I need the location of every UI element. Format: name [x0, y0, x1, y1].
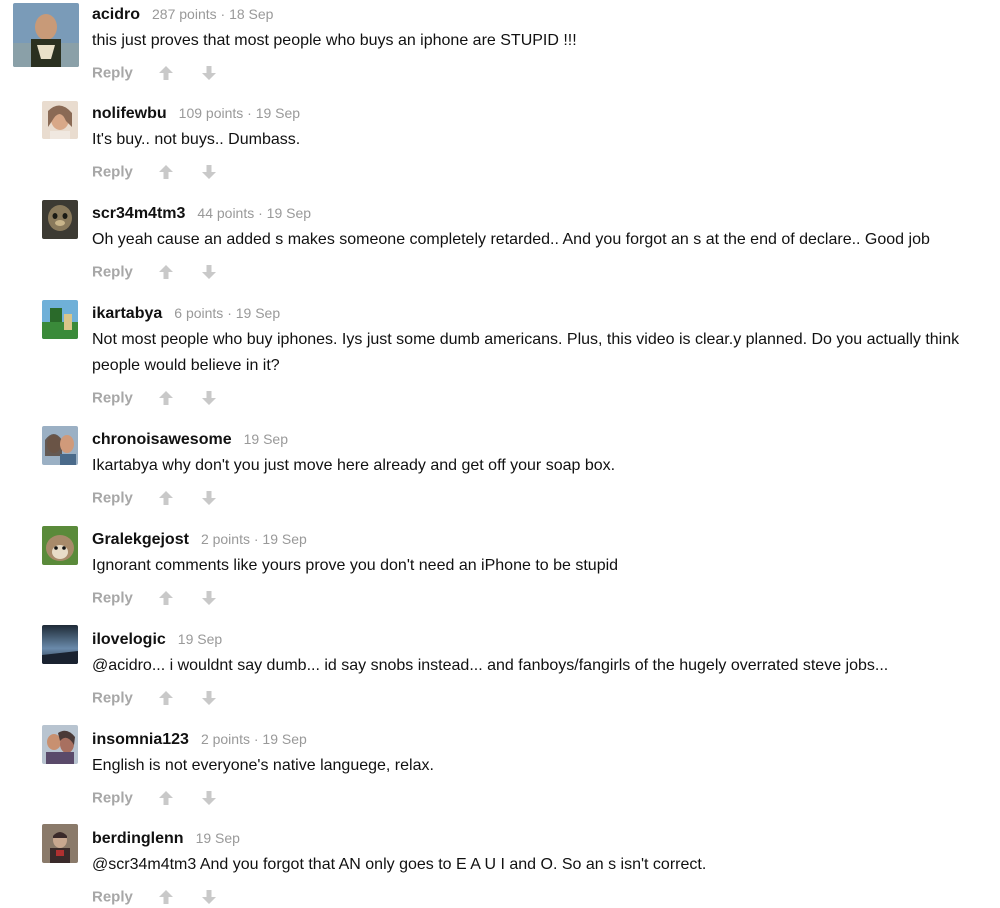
reply-button[interactable]: Reply — [92, 490, 133, 507]
downvote-icon[interactable] — [200, 589, 218, 607]
downvote-icon[interactable] — [200, 888, 218, 906]
avatar[interactable] — [42, 300, 78, 339]
comment-meta: berdinglenn 19 Sep — [92, 830, 240, 848]
comment-text: English is not everyone's native langueg… — [92, 757, 434, 774]
downvote-icon[interactable] — [200, 789, 218, 807]
comment-info: 6 points · 19 Sep — [174, 305, 281, 321]
comment-info: 2 points · 19 Sep — [200, 531, 307, 547]
comment-actions: Reply — [92, 888, 218, 908]
upvote-icon[interactable] — [157, 489, 175, 507]
upvote-icon[interactable] — [157, 389, 175, 407]
comment-actions: Reply — [92, 789, 218, 809]
comment-meta: ilovelogic 19 Sep — [92, 631, 222, 649]
comment-text: this just proves that most people who bu… — [92, 32, 577, 49]
comment-info: 19 Sep — [243, 431, 288, 447]
downvote-icon[interactable] — [200, 64, 218, 82]
comment-text: @acidro... i wouldnt say dumb... id say … — [92, 657, 889, 674]
downvote-icon[interactable] — [200, 689, 218, 707]
comment-author[interactable]: acidro — [92, 6, 140, 23]
upvote-icon[interactable] — [157, 888, 175, 906]
comment-author[interactable]: ikartabya — [92, 305, 162, 322]
downvote-icon[interactable] — [200, 263, 218, 281]
comment-meta: scr34m4tm3 44 points · 19 Sep — [92, 205, 311, 223]
avatar[interactable] — [42, 824, 78, 863]
comment-text: Ignorant comments like yours prove you d… — [92, 557, 619, 574]
comment-text: Oh yeah cause an added s makes someone c… — [92, 231, 930, 248]
reply-button[interactable]: Reply — [92, 390, 133, 407]
comment-actions: Reply — [92, 589, 218, 609]
reply-button[interactable]: Reply — [92, 164, 133, 181]
avatar[interactable] — [42, 426, 78, 465]
upvote-icon[interactable] — [157, 263, 175, 281]
comment-info: 19 Sep — [177, 631, 223, 647]
comment-info: 287 points · 18 Sep — [152, 6, 274, 22]
avatar[interactable] — [42, 625, 78, 664]
downvote-icon[interactable] — [200, 389, 218, 407]
comment-text: Ikartabya why don't you just move here a… — [92, 457, 616, 474]
comment-info: 2 points · 19 Sep — [200, 731, 307, 747]
reply-button[interactable]: Reply — [92, 65, 133, 82]
comment-actions: Reply — [92, 163, 218, 183]
avatar[interactable] — [42, 101, 78, 139]
avatar[interactable] — [13, 3, 79, 67]
comment-actions: Reply — [92, 263, 218, 283]
comment-info: 109 points · 19 Sep — [178, 105, 301, 121]
comment-info: 44 points · 19 Sep — [197, 205, 312, 221]
comment-author[interactable]: scr34m4tm3 — [92, 205, 185, 222]
avatar[interactable] — [42, 200, 78, 239]
comment-meta: insomnia123 2 points · 19 Sep — [92, 731, 307, 749]
reply-button[interactable]: Reply — [92, 690, 133, 707]
comment-meta: Gralekgejost 2 points · 19 Sep — [92, 531, 307, 549]
reply-button[interactable]: Reply — [92, 790, 133, 807]
upvote-icon[interactable] — [157, 163, 175, 181]
upvote-icon[interactable] — [157, 589, 175, 607]
reply-button[interactable]: Reply — [92, 590, 133, 607]
comment-meta: nolifewbu 109 points · 19 Sep — [92, 105, 300, 123]
upvote-icon[interactable] — [157, 64, 175, 82]
comment-text: Not most people who buy iphones. Iys jus… — [92, 331, 960, 374]
comment-author[interactable]: Gralekgejost — [92, 531, 189, 548]
comment-meta: ikartabya 6 points · 19 Sep — [92, 305, 280, 323]
comment-text: @scr34m4tm3 And you forgot that AN only … — [92, 856, 707, 873]
downvote-icon[interactable] — [200, 489, 218, 507]
comment-actions: Reply — [92, 489, 218, 509]
comment-actions: Reply — [92, 64, 218, 84]
reply-button[interactable]: Reply — [92, 264, 133, 281]
comment-author[interactable]: insomnia123 — [92, 731, 189, 748]
comment-text: It's buy.. not buys.. Dumbass. — [92, 131, 301, 148]
comment-author[interactable]: chronoisawesome — [92, 431, 232, 448]
comment-actions: Reply — [92, 389, 218, 409]
comment-author[interactable]: nolifewbu — [92, 105, 167, 122]
avatar[interactable] — [42, 526, 78, 565]
comment-actions: Reply — [92, 689, 218, 709]
upvote-icon[interactable] — [157, 789, 175, 807]
comment-meta: chronoisawesome 19 Sep — [92, 431, 288, 449]
comment-author[interactable]: ilovelogic — [92, 631, 166, 648]
reply-button[interactable]: Reply — [92, 889, 133, 906]
upvote-icon[interactable] — [157, 689, 175, 707]
avatar[interactable] — [42, 725, 78, 764]
comment-info: 19 Sep — [195, 830, 240, 846]
comment-author[interactable]: berdinglenn — [92, 830, 184, 847]
comment-meta: acidro 287 points · 18 Sep — [92, 6, 273, 24]
downvote-icon[interactable] — [200, 163, 218, 181]
